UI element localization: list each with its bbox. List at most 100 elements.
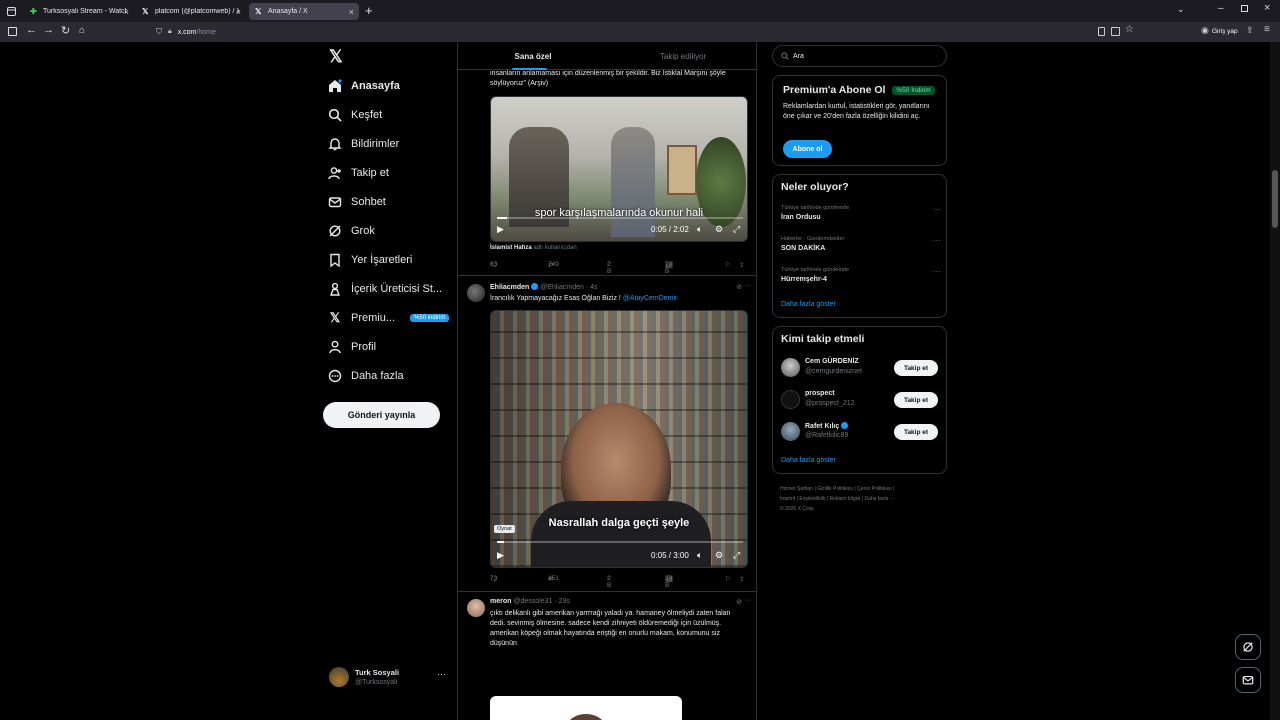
video-caption: Nasrallah dalga geçti şeyle: [548, 517, 690, 529]
play-icon[interactable]: ▶: [497, 224, 504, 235]
nav-home[interactable]: Anasayfa: [328, 74, 400, 98]
footer-line[interactable]: Hizmet Şartları | Gizlilik Politikası | …: [780, 484, 945, 494]
forward-icon[interactable]: →: [43, 24, 54, 36]
new-tab-icon[interactable]: +: [365, 3, 373, 18]
tab-turksosyali[interactable]: ✚ Turksosyali Stream - Watch Live ×: [24, 3, 134, 20]
post-image[interactable]: [490, 696, 682, 720]
creator-icon: [328, 282, 342, 296]
author-name[interactable]: meron: [490, 598, 511, 605]
suggestion-name: prospect: [805, 390, 835, 397]
subscribe-button[interactable]: Abone ol: [783, 140, 832, 158]
nav-chat[interactable]: Sohbet: [328, 190, 386, 214]
author-handle[interactable]: @Ehliacmden: [540, 284, 584, 291]
bookmark-icon: [328, 253, 342, 267]
scrollbar-thumb[interactable]: [1272, 170, 1278, 228]
settings-icon[interactable]: ⚙: [715, 224, 723, 235]
post-2[interactable]: Ehliacmden @Ehliacmden · 4s ⊘ ··· İrancı…: [458, 276, 756, 592]
grok-icon[interactable]: ⊘: [736, 283, 742, 291]
x-logo-icon[interactable]: 𝕏: [329, 47, 343, 67]
minimize-icon[interactable]: –: [1218, 3, 1224, 14]
more-dots-icon[interactable]: ···: [745, 282, 752, 289]
list-tabs-icon[interactable]: ⌄: [1177, 4, 1185, 15]
footer-line[interactable]: İmprint | Erişilebilirlik | Reklam bilgi…: [780, 494, 945, 504]
tab-anasayfa[interactable]: 𝕏 Anasayfa / X ×: [249, 3, 359, 20]
post-button[interactable]: Gönderi yayınla: [323, 402, 440, 428]
tab-following[interactable]: Takip ediliyor: [608, 42, 756, 70]
trends-show-more-link[interactable]: Daha fazla göster: [781, 301, 836, 308]
account-switcher[interactable]: Turk Sosyali @Turksosyali ···: [329, 666, 449, 690]
bookmark-star-icon[interactable]: ☆: [1125, 24, 1134, 35]
trend-item[interactable]: Türkiye tarihinde gündemde İran Ordusu ·…: [781, 205, 941, 221]
avatar[interactable]: [467, 284, 485, 302]
reader-view-icon[interactable]: [1098, 27, 1105, 36]
video-player[interactable]: Nasrallah dalga geçti şeyle Oynat ▶ 0:05…: [490, 310, 748, 568]
close-window-icon[interactable]: ×: [1264, 2, 1270, 14]
nav-creator-studio[interactable]: İçerik Üreticisi St...: [328, 277, 442, 301]
tab-platcom[interactable]: 𝕏 platcom (@platcomweb) / X ×: [136, 3, 246, 20]
page-scrollbar[interactable]: [1270, 42, 1280, 720]
play-icon[interactable]: ▶: [497, 550, 504, 561]
close-tab-icon[interactable]: ×: [349, 7, 354, 17]
nav-premium[interactable]: 𝕏 Premiu... %50 indirim: [328, 306, 450, 330]
follow-show-more-link[interactable]: Daha fazla göster: [781, 457, 836, 464]
more-dots-icon[interactable]: ···: [933, 267, 941, 276]
settings-icon[interactable]: ⚙: [715, 550, 723, 561]
url-path: /home: [196, 28, 216, 36]
author-handle[interactable]: @dessole31: [513, 598, 552, 605]
volume-icon[interactable]: 🔈︎: [697, 224, 702, 235]
follow-button[interactable]: Takip et: [894, 424, 938, 440]
fullscreen-icon[interactable]: ⤢: [733, 224, 740, 235]
sign-in-label[interactable]: Giriş yap: [1212, 28, 1238, 35]
grok-icon[interactable]: ⊘: [736, 598, 742, 606]
nav-notifications[interactable]: Bildirimler: [328, 132, 399, 156]
volume-icon[interactable]: 🔈︎: [697, 550, 702, 561]
nav-follow[interactable]: Takip et: [328, 161, 389, 185]
nav-more[interactable]: Daha fazla: [328, 364, 404, 388]
more-dots-icon[interactable]: ···: [437, 669, 446, 679]
more-dots-icon[interactable]: ···: [933, 205, 941, 214]
follow-button[interactable]: Takip et: [894, 392, 938, 408]
feed-tabs: Sana özel Takip ediliyor: [458, 42, 756, 70]
nav-bookmarks[interactable]: Yer İşaretleri: [328, 248, 412, 272]
sidebar-toggle-icon[interactable]: [8, 27, 17, 36]
tab-overview-icon[interactable]: [6, 6, 16, 16]
restore-icon[interactable]: [1241, 5, 1248, 12]
translate-icon[interactable]: [1111, 27, 1120, 36]
bookmark-icon: ⚐: [725, 262, 731, 269]
close-tab-icon[interactable]: ×: [124, 7, 129, 17]
credit-name[interactable]: İslamist Hafıza: [490, 245, 532, 251]
more-dots-icon[interactable]: ···: [745, 597, 752, 604]
extensions-icon[interactable]: ⇪: [1246, 25, 1254, 36]
avatar[interactable]: [467, 599, 485, 617]
nav-profile[interactable]: Profil: [328, 335, 376, 359]
trend-item[interactable]: Haberler · Gündemdekiler SON DAKİKA ···: [781, 236, 941, 252]
share-icon: ⇪: [739, 576, 745, 583]
follow-button[interactable]: Takip et: [894, 360, 938, 376]
url-bar[interactable]: ⛉ 🔒︎ x.com/home: [152, 25, 1092, 39]
search-input[interactable]: Ara: [772, 45, 947, 67]
video-player[interactable]: spor karşılaşmalarında okunur hali ▶ 0:0…: [490, 96, 748, 242]
post-1[interactable]: insanların anlamaması için düzenlenmiş b…: [458, 68, 756, 276]
nav-explore[interactable]: Keşfet: [328, 103, 382, 127]
app-menu-icon[interactable]: ≡: [1264, 24, 1270, 35]
messages-floating-button[interactable]: [1235, 667, 1261, 693]
account-icon[interactable]: ◉: [1201, 25, 1209, 36]
shield-icon[interactable]: ⛉: [156, 27, 162, 37]
post-actions: 🗨︎ 73 ⇄ 451 ♡ 2 B 📊︎ 30 B ⚐ ⇪: [490, 575, 745, 589]
back-icon[interactable]: ←: [26, 24, 37, 36]
more-dots-icon[interactable]: ···: [933, 236, 941, 245]
post-3[interactable]: meron @dessole31 · 23s ⊘ ··· çıktı delik…: [458, 592, 756, 720]
fullscreen-icon[interactable]: ⤢: [733, 550, 740, 561]
home-page-icon[interactable]: ⌂: [79, 25, 85, 36]
reload-icon[interactable]: ↻: [61, 24, 70, 37]
person-icon: [328, 340, 342, 354]
mention-link[interactable]: @AtayCemDemir: [623, 295, 678, 302]
premium-description: Reklamlardan kurtul, istatistikleri gör,…: [783, 103, 930, 120]
tab-for-you[interactable]: Sana özel: [458, 42, 608, 70]
close-tab-icon[interactable]: ×: [236, 7, 241, 17]
lock-icon[interactable]: 🔒︎: [168, 28, 172, 36]
trend-item[interactable]: Türkiye tarihinde gündemde Hürremşehr-4 …: [781, 267, 941, 283]
grok-floating-button[interactable]: [1235, 634, 1261, 660]
author-name[interactable]: Ehliacmden: [490, 284, 529, 291]
nav-grok[interactable]: Grok: [328, 219, 375, 243]
